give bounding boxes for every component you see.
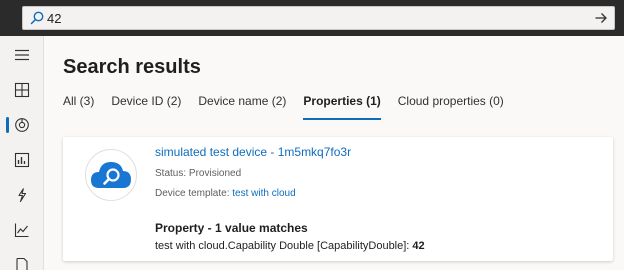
devices-icon: [15, 118, 29, 132]
match-value: 42: [412, 240, 425, 252]
nav-analytics[interactable]: [0, 213, 44, 247]
tab-all[interactable]: All (3): [63, 94, 94, 120]
cloud-search-icon: [91, 162, 131, 188]
analytics-icon: [14, 223, 29, 238]
device-groups-icon: [14, 152, 30, 168]
device-name-link[interactable]: simulated test device - 1m5mkq7fo3r: [155, 145, 351, 159]
nav-dashboard[interactable]: [0, 73, 44, 107]
document-icon: [16, 257, 28, 270]
match-line: test with cloud.Capability Double [Capab…: [155, 240, 425, 252]
page-title: Search results: [63, 56, 201, 78]
result-tabs: All (3) Device ID (2) Device name (2) Pr…: [63, 94, 521, 120]
nav-rules[interactable]: [0, 178, 44, 212]
arrow-right-icon[interactable]: [594, 11, 608, 25]
search-icon: [30, 11, 44, 25]
menu-button[interactable]: [0, 38, 44, 72]
tab-device-name[interactable]: Device name (2): [198, 94, 286, 120]
device-avatar: [85, 149, 137, 201]
nav-devices[interactable]: [0, 108, 44, 142]
match-header: Property - 1 value matches: [155, 221, 308, 235]
search-input[interactable]: [47, 7, 587, 29]
rules-icon: [18, 188, 27, 203]
nav-device-groups[interactable]: [0, 143, 44, 177]
tab-device-id[interactable]: Device ID (2): [111, 94, 181, 120]
result-card: simulated test device - 1m5mkq7fo3r Stat…: [63, 137, 613, 261]
main-content: Search results All (3) Device ID (2) Dev…: [44, 36, 624, 270]
dashboard-icon: [14, 82, 30, 98]
left-nav: [0, 36, 44, 270]
match-text: test with cloud.Capability Double [Capab…: [155, 240, 410, 252]
tab-properties[interactable]: Properties (1): [303, 94, 382, 120]
status-value: Provisioned: [188, 168, 242, 179]
template-label: Device template:: [155, 188, 230, 199]
tab-cloud-properties[interactable]: Cloud properties (0): [398, 94, 504, 120]
search-box[interactable]: [22, 6, 615, 30]
nav-documents[interactable]: [0, 248, 44, 270]
status-line: Status: Provisioned: [155, 168, 241, 179]
top-bar: [0, 0, 624, 36]
status-label: Status:: [155, 168, 187, 179]
menu-icon: [15, 49, 29, 61]
template-line: Device template: test with cloud: [155, 188, 296, 199]
template-link[interactable]: test with cloud: [232, 188, 295, 199]
